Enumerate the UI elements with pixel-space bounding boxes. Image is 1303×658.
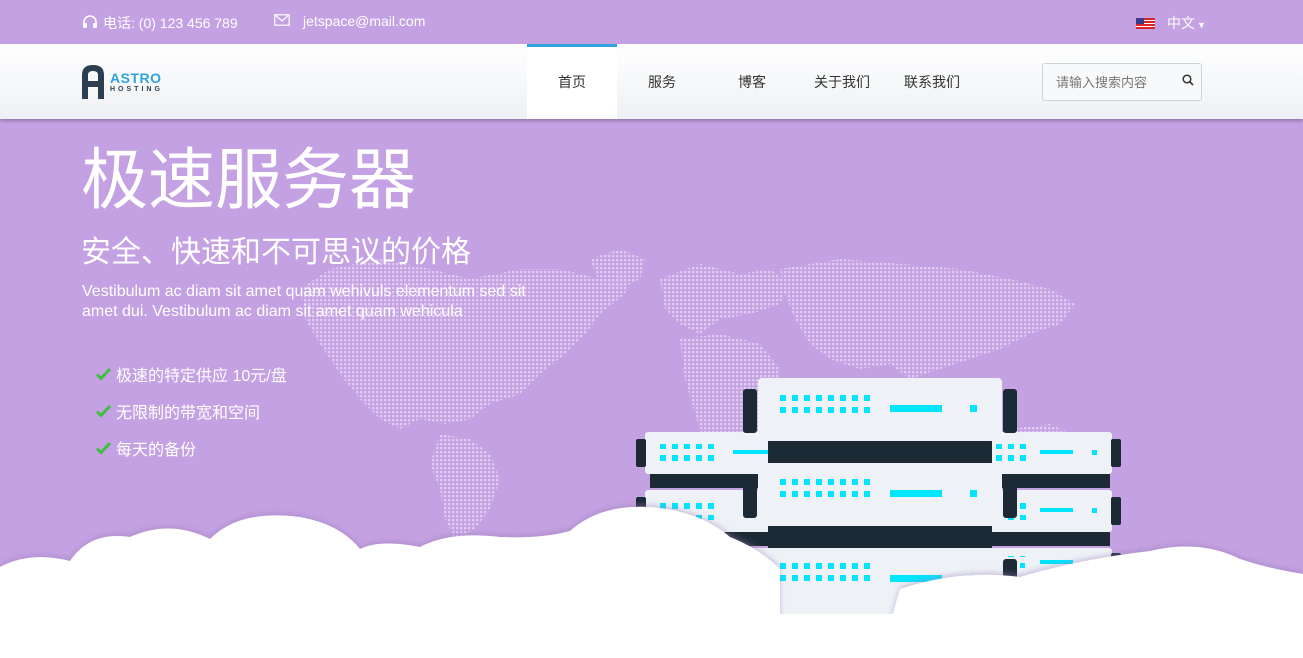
search-box: [1042, 63, 1202, 101]
logo[interactable]: ASTRO HOSTING: [82, 65, 163, 99]
phone-info: 电话: (0) 123 456 789: [82, 13, 238, 33]
nav-item-services[interactable]: 服务: [617, 44, 707, 119]
clouds-illustration: [0, 506, 1303, 658]
brand-name: ASTRO: [110, 70, 162, 86]
caret-down-icon: ▼: [1197, 20, 1206, 30]
top-bar: 电话: (0) 123 456 789 jetspace@mail.com 中文…: [0, 0, 1303, 44]
nav-item-about[interactable]: 关于我们: [797, 44, 887, 119]
phone-text: 电话: (0) 123 456 789: [103, 15, 238, 31]
nav-item-contact[interactable]: 联系我们: [887, 44, 977, 119]
language-selector[interactable]: 中文 ▼: [1136, 13, 1206, 33]
email-info[interactable]: jetspace@mail.com: [274, 13, 425, 29]
nav-item-blog[interactable]: 博客: [707, 44, 797, 119]
hero-section: 极速服务器 安全、快速和不可思议的价格 Vestibulum ac diam s…: [0, 119, 1303, 658]
language-label: 中文: [1167, 15, 1195, 31]
email-text[interactable]: jetspace@mail.com: [303, 13, 425, 29]
main-navbar: ASTRO HOSTING 首页 服务 博客 关于我们 联系我们: [0, 44, 1303, 119]
search-input[interactable]: [1056, 74, 1176, 90]
envelope-icon: [274, 13, 290, 29]
nav-item-home[interactable]: 首页: [527, 44, 617, 119]
main-menu: 首页 服务 博客 关于我们 联系我们: [527, 44, 977, 119]
headset-icon: [82, 14, 98, 32]
us-flag-icon: [1136, 17, 1155, 29]
brand-tagline: HOSTING: [110, 86, 163, 93]
search-icon[interactable]: [1182, 73, 1194, 91]
astro-logo-icon: [82, 65, 104, 99]
